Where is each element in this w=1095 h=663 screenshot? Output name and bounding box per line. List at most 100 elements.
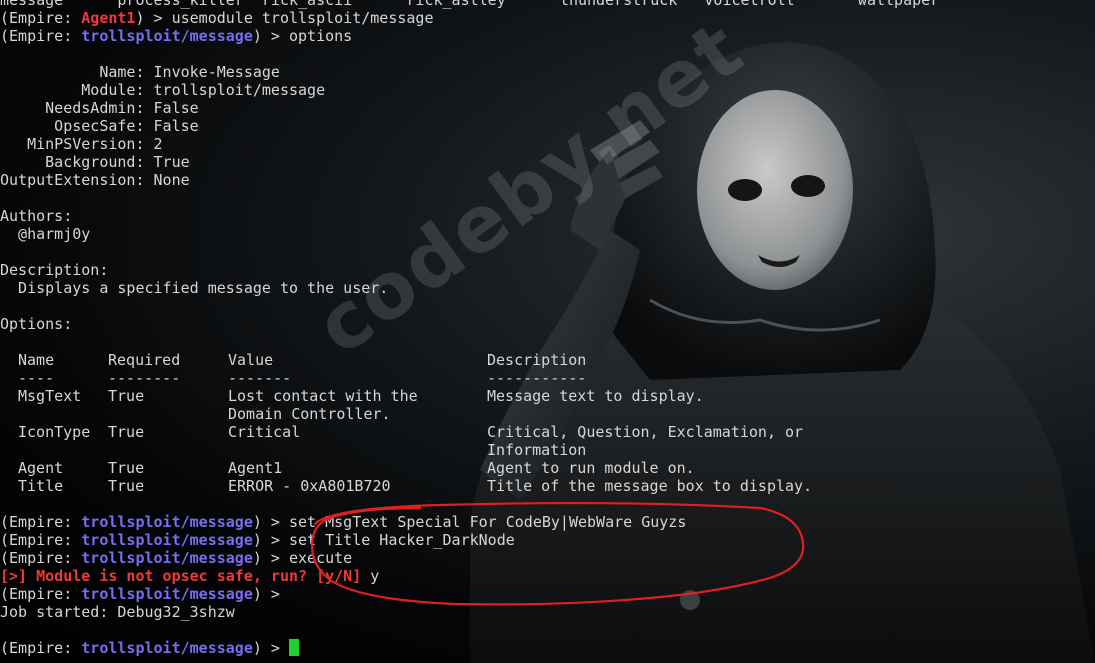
table-row: Domain Controller. bbox=[0, 405, 939, 423]
terminal-output: message process_killer rick_ascii rick_a… bbox=[0, 0, 939, 657]
cell-required: True bbox=[108, 387, 145, 405]
execute-line: (Empire: trollsploit/message) > execute bbox=[0, 549, 939, 567]
info-value: False bbox=[153, 99, 199, 117]
rule-value: ------- bbox=[228, 369, 292, 387]
job-started-line: Job started: Debug32_3shzw bbox=[0, 603, 939, 621]
prompt-suffix: ) > bbox=[252, 585, 289, 603]
job-started-text: Job started: Debug32_3shzw bbox=[0, 603, 235, 621]
info-row: OutputExtension: None bbox=[0, 171, 939, 189]
prompt-prefix: (Empire: bbox=[0, 531, 82, 549]
terminal-cursor[interactable] bbox=[289, 639, 299, 656]
prompt-module: trollsploit/message bbox=[81, 639, 253, 657]
cell-description: Message text to display. bbox=[487, 387, 704, 405]
rule-required: -------- bbox=[108, 369, 181, 387]
cell-value: ERROR - 0xA801B720 bbox=[228, 477, 391, 495]
set-title-line: (Empire: trollsploit/message) > set Titl… bbox=[0, 531, 939, 549]
execute-command: execute bbox=[289, 549, 353, 567]
prompt-prefix: (Empire: bbox=[0, 27, 82, 45]
usemodule-line: (Empire: Agent1) > usemodule trollsploit… bbox=[0, 9, 939, 27]
empty-prompt-line: (Empire: trollsploit/message) > bbox=[0, 585, 939, 603]
options-heading: Options: bbox=[0, 315, 939, 333]
description-heading-text: Description: bbox=[0, 261, 109, 279]
info-row: OpsecSafe: False bbox=[0, 117, 939, 135]
cell-description: Agent to run module on. bbox=[487, 459, 695, 477]
cell-value: Domain Controller. bbox=[228, 405, 391, 423]
description-text: Displays a specified message to the user… bbox=[0, 279, 389, 297]
info-value: False bbox=[153, 117, 199, 135]
info-row: Name: Invoke-Message bbox=[0, 63, 939, 81]
opsec-warning: [>] Module is not opsec safe, run? [y/N] bbox=[0, 567, 371, 585]
rule-name: ---- bbox=[18, 369, 55, 387]
cell-name: Title bbox=[18, 477, 64, 495]
prompt-prefix: (Empire: bbox=[0, 549, 82, 567]
table-row: MsgText True Lost contact with the Messa… bbox=[0, 387, 939, 405]
prompt-module: trollsploit/message bbox=[81, 549, 253, 567]
info-row: Background: True bbox=[0, 153, 939, 171]
prompt-prefix: (Empire: bbox=[0, 585, 82, 603]
cell-required: True bbox=[108, 459, 145, 477]
prompt-module: trollsploit/message bbox=[81, 513, 253, 531]
info-key: Background: bbox=[0, 153, 154, 171]
cell-name: IconType bbox=[18, 423, 91, 441]
prompt-suffix: ) > bbox=[252, 639, 289, 657]
info-row: MinPSVersion: 2 bbox=[0, 135, 939, 153]
cell-description: Title of the message box to display. bbox=[487, 477, 813, 495]
cell-description: Critical, Question, Exclamation, or bbox=[487, 423, 804, 441]
partial-module-list: message process_killer rick_ascii rick_a… bbox=[0, 0, 940, 9]
rule-description: ----------- bbox=[487, 369, 587, 387]
cell-value: Agent1 bbox=[228, 459, 283, 477]
cell-value: Lost contact with the bbox=[228, 387, 418, 405]
prompt-prefix: (Empire: bbox=[0, 639, 82, 657]
col-header-required: Required bbox=[108, 351, 181, 369]
prompt-suffix: ) > bbox=[252, 27, 289, 45]
cell-required: True bbox=[108, 423, 145, 441]
info-key: OutputExtension: bbox=[0, 171, 154, 189]
cell-name: Agent bbox=[18, 459, 64, 477]
table-row: Agent True Agent1 Agent to run module on… bbox=[0, 459, 939, 477]
options-heading-text: Options: bbox=[0, 315, 73, 333]
info-value: trollsploit/message bbox=[153, 81, 326, 99]
warning-answer: y bbox=[370, 567, 380, 585]
info-key: NeedsAdmin: bbox=[0, 99, 154, 117]
table-row: IconType True Critical Critical, Questio… bbox=[0, 423, 939, 441]
options-command: options bbox=[289, 27, 353, 45]
info-value: 2 bbox=[153, 135, 163, 153]
description-line: Displays a specified message to the user… bbox=[0, 279, 939, 297]
description-heading: Description: bbox=[0, 261, 939, 279]
set-msgtext-command: set MsgText Special For CodeBy|WebWare G… bbox=[289, 513, 687, 531]
info-value: Invoke-Message bbox=[153, 63, 280, 81]
cell-name: MsgText bbox=[18, 387, 82, 405]
cell-description: Information bbox=[487, 441, 587, 459]
info-key: MinPSVersion: bbox=[0, 135, 154, 153]
prompt-prefix: (Empire: bbox=[0, 9, 82, 27]
active-prompt-line[interactable]: (Empire: trollsploit/message) > bbox=[0, 639, 939, 657]
options-command-line: (Empire: trollsploit/message) > options bbox=[0, 27, 939, 45]
cell-value: Critical bbox=[228, 423, 301, 441]
set-msgtext-line: (Empire: trollsploit/message) > set MsgT… bbox=[0, 513, 939, 531]
prompt-suffix: ) > bbox=[252, 549, 289, 567]
terminal-window[interactable]: codeby.net message process_killer rick_a… bbox=[0, 0, 1095, 663]
table-header: Name Required Value Description bbox=[0, 351, 939, 369]
prompt-suffix: ) > bbox=[252, 531, 289, 549]
info-key: OpsecSafe: bbox=[0, 117, 154, 135]
author-name: @harmj0y bbox=[0, 225, 91, 243]
author-line: @harmj0y bbox=[0, 225, 939, 243]
prompt-module: trollsploit/message bbox=[81, 27, 253, 45]
col-header-name: Name bbox=[18, 351, 55, 369]
info-key: Module: bbox=[0, 81, 154, 99]
col-header-value: Value bbox=[228, 351, 274, 369]
col-header-description: Description bbox=[487, 351, 587, 369]
partial-module-list-line: message process_killer rick_ascii rick_a… bbox=[0, 0, 939, 9]
cell-required: True bbox=[108, 477, 145, 495]
set-title-command: set Title Hacker_DarkNode bbox=[289, 531, 515, 549]
info-key: Name: bbox=[0, 63, 154, 81]
prompt-prefix: (Empire: bbox=[0, 513, 82, 531]
agent-name: Agent1 bbox=[81, 9, 136, 27]
prompt-module: trollsploit/message bbox=[81, 531, 253, 549]
authors-heading-text: Authors: bbox=[0, 207, 73, 225]
info-row: NeedsAdmin: False bbox=[0, 99, 939, 117]
authors-heading: Authors: bbox=[0, 207, 939, 225]
usemodule-command: ) > usemodule trollsploit/message bbox=[135, 9, 434, 27]
table-rule: ---- -------- ------- ----------- bbox=[0, 369, 939, 387]
info-row: Module: trollsploit/message bbox=[0, 81, 939, 99]
